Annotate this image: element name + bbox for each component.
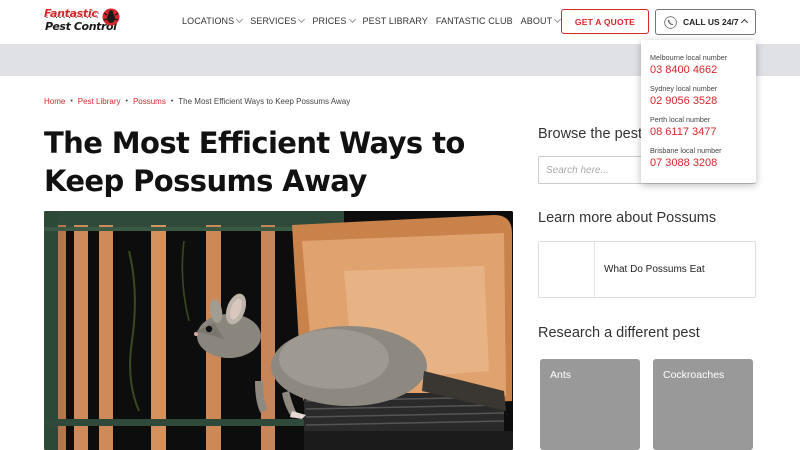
- chevron-down-icon: [298, 15, 306, 24]
- city-label: Perth local number: [650, 115, 711, 124]
- chevron-down-icon: [348, 15, 356, 24]
- nav-locations[interactable]: LOCATIONS: [182, 15, 244, 26]
- breadcrumb-possums-link[interactable]: Possums: [133, 97, 166, 106]
- nav-label: PRICES: [312, 16, 347, 26]
- breadcrumb-pest-library-link[interactable]: Pest Library: [78, 97, 121, 106]
- get-a-quote-button[interactable]: GET A QUOTE: [561, 9, 649, 34]
- browse-pest-heading: Browse the pest: [538, 126, 642, 142]
- pest-tile-label: Ants: [550, 369, 572, 381]
- related-article-card[interactable]: What Do Possums Eat: [538, 241, 756, 298]
- city-label: Sydney local number: [650, 84, 718, 93]
- breadcrumb: Home • Pest Library • Possums • The Most…: [44, 97, 350, 106]
- nav-pest-library[interactable]: PEST LIBRARY: [363, 16, 428, 26]
- pest-tile-label: Cockroaches: [663, 369, 725, 381]
- learn-more-heading: Learn more about Possums: [538, 210, 717, 226]
- bug-logo-icon: [102, 8, 120, 26]
- breadcrumb-home-link[interactable]: Home: [44, 97, 65, 106]
- phone-number-link[interactable]: 08 6117 3477: [650, 126, 716, 138]
- phone-number-link[interactable]: 02 9056 3528: [650, 95, 717, 107]
- main-nav: LOCATIONS SERVICES PRICES PEST LIBRARY F…: [182, 15, 568, 26]
- breadcrumb-current: The Most Efficient Ways to Keep Possums …: [178, 97, 351, 106]
- nav-label: FANTASTIC CLUB: [435, 16, 513, 26]
- call-us-button[interactable]: CALL US 24/7: [655, 9, 756, 35]
- melbourne-number-item[interactable]: Melbourne local number 03 8400 4662: [650, 53, 727, 76]
- call-us-label: CALL US 24/7: [683, 17, 739, 27]
- brisbane-number-item[interactable]: Brisbane local number 07 3088 3208: [650, 146, 722, 169]
- possum-hero-image: [44, 211, 513, 450]
- related-article-thumbnail: [539, 242, 595, 297]
- site-logo[interactable]: Fantastic Pest Control: [44, 7, 120, 37]
- pest-tile-cockroaches[interactable]: Cockroaches: [653, 359, 753, 450]
- phone-number-link[interactable]: 07 3088 3208: [650, 157, 722, 169]
- phone-icon: [664, 15, 677, 29]
- related-article-title: What Do Possums Eat: [604, 264, 705, 275]
- chevron-down-icon: [236, 15, 244, 24]
- page-title: The Most Efficient Ways to Keep Possums …: [44, 126, 465, 198]
- breadcrumb-separator: •: [170, 98, 174, 105]
- sydney-number-item[interactable]: Sydney local number 02 9056 3528: [650, 84, 717, 107]
- city-label: Melbourne local number: [650, 53, 728, 62]
- nav-label: PEST LIBRARY: [362, 16, 428, 26]
- nav-services[interactable]: SERVICES: [250, 15, 306, 26]
- call-numbers-dropdown: Melbourne local number 03 8400 4662 Sydn…: [641, 40, 756, 183]
- nav-fantastic-club[interactable]: FANTASTIC CLUB: [436, 16, 513, 26]
- research-pest-heading: Research a different pest: [538, 325, 700, 341]
- perth-number-item[interactable]: Perth local number 08 6117 3477: [650, 115, 716, 138]
- nav-prices[interactable]: PRICES: [312, 15, 356, 26]
- nav-label: SERVICES: [250, 16, 297, 26]
- city-label: Brisbane local number: [650, 146, 722, 155]
- nav-label: ABOUT: [520, 16, 553, 26]
- phone-number-link[interactable]: 03 8400 4662: [650, 64, 727, 76]
- nav-about[interactable]: ABOUT: [520, 15, 562, 26]
- breadcrumb-separator: •: [125, 98, 128, 105]
- possum-photo-illustration: [44, 211, 513, 450]
- logo-text-line1: Fantastic: [44, 7, 98, 20]
- pest-tile-ants[interactable]: Ants: [540, 359, 640, 450]
- nav-label: LOCATIONS: [182, 16, 235, 26]
- chevron-up-icon: [740, 18, 749, 27]
- breadcrumb-separator: •: [70, 98, 73, 105]
- site-header: Fantastic Pest Control LOCATIONS SERVICE…: [0, 0, 800, 44]
